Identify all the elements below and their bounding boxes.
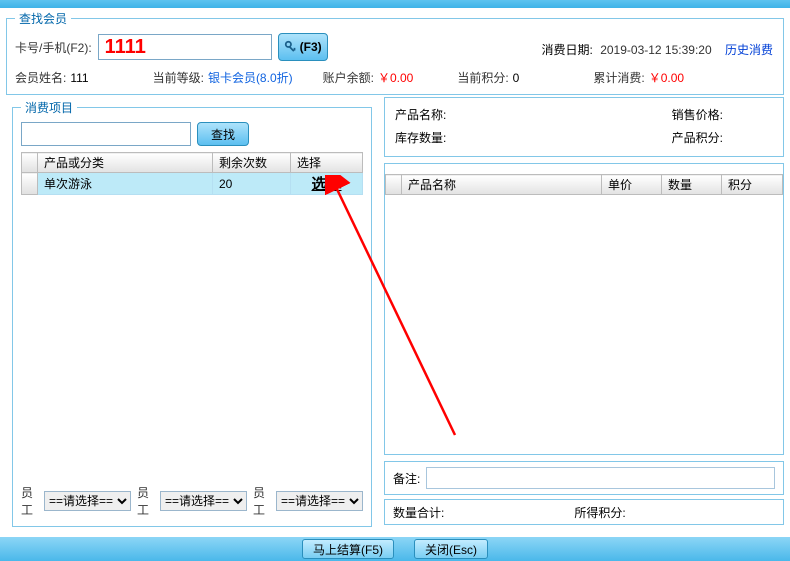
remark-input[interactable] (426, 467, 775, 489)
emp2-label: 员工 (137, 484, 154, 518)
balance-value: ￥0.00 (378, 69, 413, 86)
search-button[interactable]: 查找 (197, 122, 249, 146)
qty-total-label: 数量合计: (393, 504, 444, 521)
product-search-input[interactable] (21, 122, 191, 146)
emp3-label: 员工 (253, 484, 270, 518)
name-value: 111 (70, 71, 88, 85)
find-member-panel: 查找会员 卡号/手机(F2): (F3) 消费日期: 2019-03-12 15… (6, 10, 784, 95)
consume-legend: 消费项目 (21, 99, 77, 116)
level-value: 银卡会员(8.0折) (208, 69, 293, 86)
close-button[interactable]: 关闭(Esc) (414, 539, 488, 559)
col-product: 产品或分类 (38, 153, 213, 173)
product-info-panel: 产品名称: 销售价格: 库存数量: 产品积分: (384, 97, 784, 157)
row-marker (22, 173, 38, 195)
emp3-select[interactable]: ==请选择== (276, 491, 363, 511)
total-label: 累计消费: (593, 69, 644, 86)
col-remain: 剩余次数 (213, 153, 291, 173)
name-label: 会员姓名: (15, 69, 66, 86)
col-marker (22, 153, 38, 173)
cell-remain: 20 (213, 173, 291, 195)
f3-label: (F3) (300, 40, 322, 54)
f3-button[interactable]: (F3) (278, 33, 328, 61)
emp1-select[interactable]: ==请选择== (44, 491, 131, 511)
find-member-legend: 查找会员 (15, 10, 71, 27)
points-label: 当前积分: (457, 69, 508, 86)
key-icon (284, 40, 298, 54)
checkout-button[interactable]: 马上结算(F5) (302, 539, 394, 559)
col-points: 积分 (722, 175, 783, 195)
history-link[interactable]: 历史消费 (725, 43, 773, 57)
consume-date-label: 消费日期: (542, 43, 593, 57)
consume-table: 产品或分类 剩余次数 选择 单次游泳 20 选择 (21, 152, 363, 195)
consume-date-value: 2019-03-12 15:39:20 (600, 43, 711, 57)
card-label: 卡号/手机(F2): (15, 39, 92, 56)
col-select: 选择 (291, 153, 363, 173)
bottom-bar: 马上结算(F5) 关闭(Esc) (0, 537, 790, 561)
consume-items-panel: 消费项目 查找 产品或分类 剩余次数 选择 单次游泳 20 选择 (12, 99, 372, 527)
table-row[interactable]: 单次游泳 20 选择 (22, 173, 363, 195)
product-name-label: 产品名称: (395, 106, 446, 123)
card-input[interactable] (98, 34, 272, 60)
order-list-panel: 产品名称 单价 数量 积分 (384, 163, 784, 455)
emp1-label: 员工 (21, 484, 38, 518)
total-value: ￥0.00 (649, 69, 684, 86)
emp2-select[interactable]: ==请选择== (160, 491, 247, 511)
level-label: 当前等级: (153, 69, 204, 86)
select-link[interactable]: 选择 (311, 176, 341, 193)
col-product: 产品名称 (402, 175, 602, 195)
col-qty: 数量 (662, 175, 722, 195)
points-gain-label: 所得积分: (574, 504, 625, 521)
stock-label: 库存数量: (395, 129, 446, 146)
col-marker (386, 175, 402, 195)
cell-product: 单次游泳 (38, 173, 213, 195)
points-value: 0 (513, 71, 520, 85)
product-points-label: 产品积分: (672, 129, 723, 146)
col-price: 单价 (602, 175, 662, 195)
sale-price-label: 销售价格: (672, 106, 723, 123)
balance-label: 账户余额: (323, 69, 374, 86)
remark-label: 备注: (393, 470, 420, 487)
